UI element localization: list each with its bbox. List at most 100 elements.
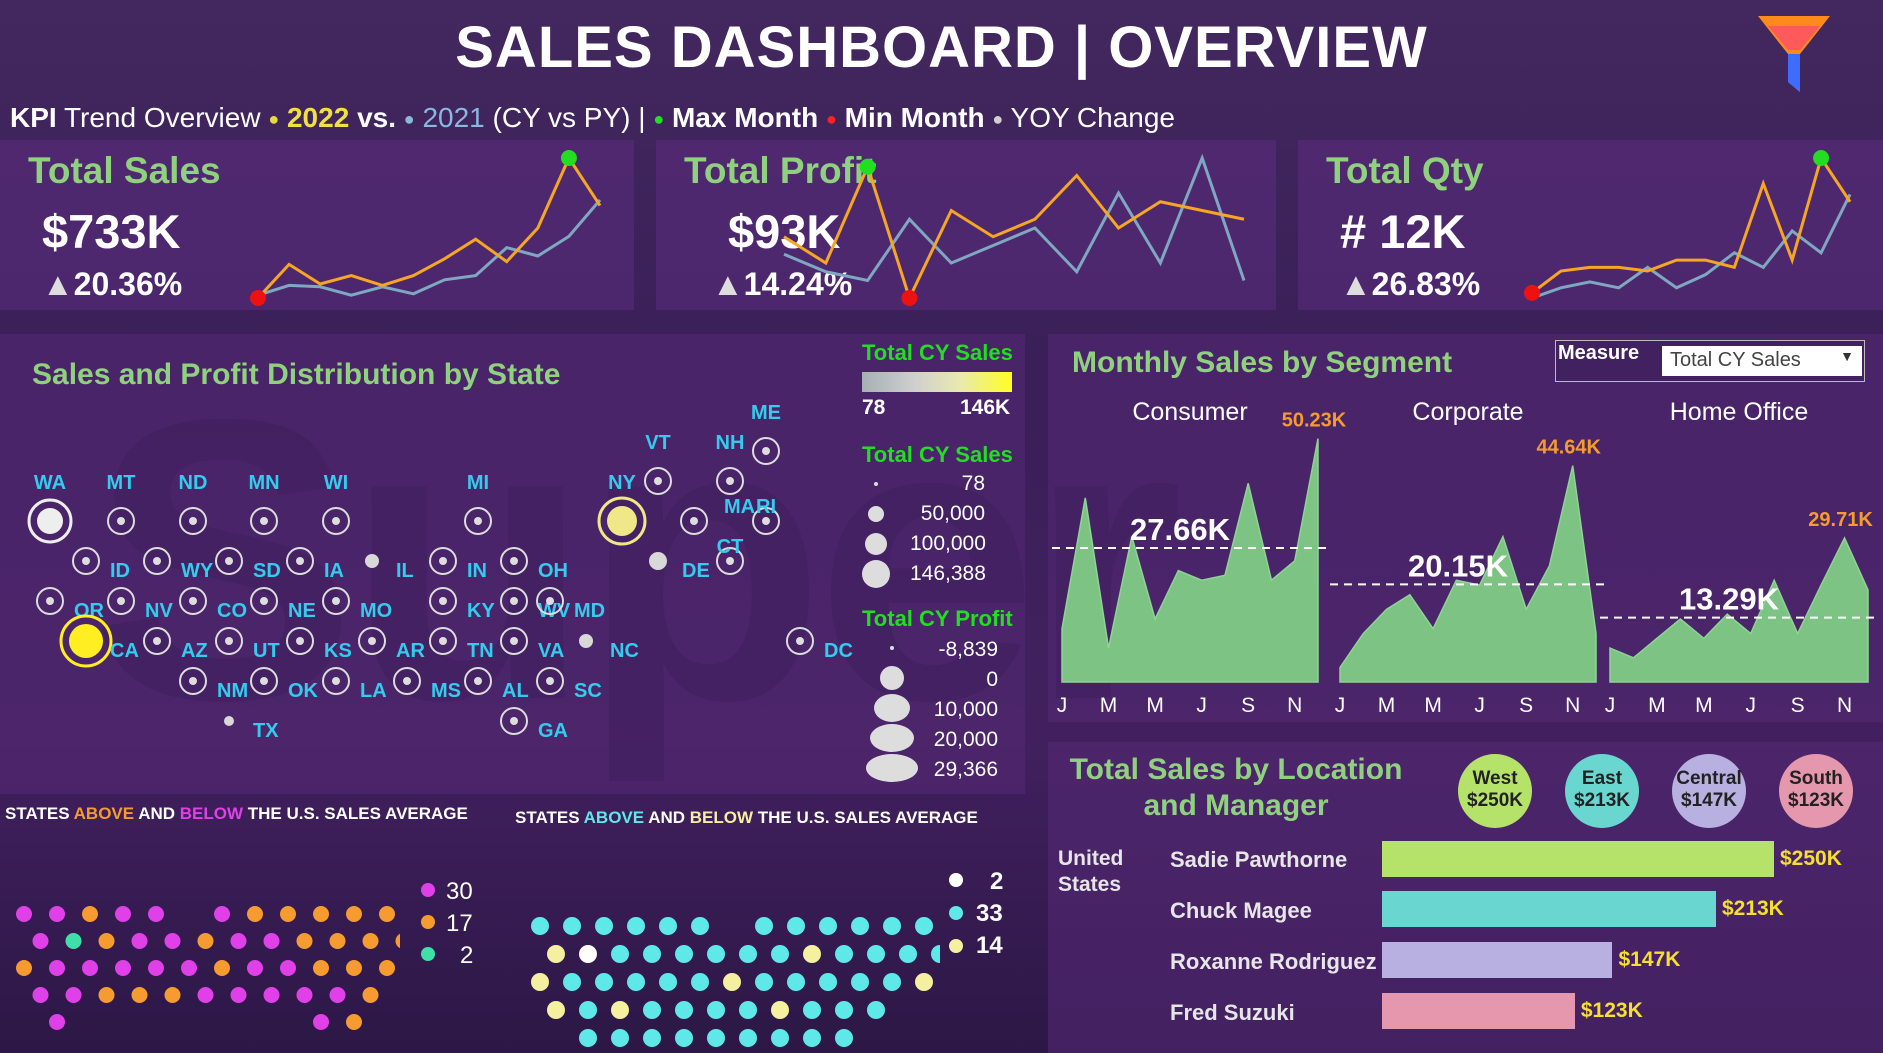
state-hex <box>771 1029 789 1047</box>
state-label: IN <box>467 560 487 582</box>
state-label: MN <box>248 472 279 494</box>
segment-panel-title: Monthly Sales by Segment <box>1072 346 1453 379</box>
state-label: ND <box>179 472 208 494</box>
state-hex <box>362 933 379 949</box>
month-label: M <box>1146 694 1164 717</box>
state-label: KY <box>467 600 495 622</box>
state-hex <box>755 917 773 935</box>
measure-dropdown[interactable]: Total CY Sales ▼ <box>1662 346 1862 376</box>
state-label: WY <box>181 560 214 582</box>
state-hex <box>691 917 709 935</box>
size-legend-mark <box>870 724 914 752</box>
manager-bar[interactable] <box>1382 891 1716 927</box>
hex-right-count: 14 <box>976 932 1003 959</box>
state-hex <box>115 906 131 922</box>
state-hex <box>867 1001 885 1019</box>
state-label: WI <box>324 472 348 494</box>
state-bubble <box>579 634 593 648</box>
series-line-2022 <box>256 154 602 300</box>
size-legend-value: 50,000 <box>920 502 985 525</box>
state-hex <box>627 917 645 935</box>
state-hex <box>787 917 805 935</box>
state-hex <box>931 945 940 963</box>
min-month-marker <box>1524 284 1540 301</box>
state-label: RI <box>756 496 776 518</box>
size-legend-value: 78 <box>961 472 985 495</box>
region-badge-west[interactable]: West $250K <box>1458 754 1532 828</box>
state-bubble <box>365 554 379 568</box>
hex-map-left-title: STATES ABOVE AND BELOW THE U.S. SALES AV… <box>5 804 468 823</box>
sparkline-chart <box>250 150 602 306</box>
state-label: UT <box>253 640 280 662</box>
state-hex <box>883 917 901 935</box>
caret-down-icon: ▼ <box>1840 348 1854 364</box>
average-label: 20.15K <box>1408 548 1509 583</box>
state-bubble <box>510 557 518 565</box>
state-bubble <box>762 447 770 455</box>
location-panel-title: Total Sales by Location and Manager <box>1069 753 1403 822</box>
state-hex <box>296 987 313 1003</box>
state-bubble <box>649 552 667 570</box>
state-label: VA <box>538 640 564 662</box>
max-value-label: 44.64K <box>1536 437 1601 459</box>
manager-bar[interactable] <box>1382 942 1613 978</box>
region-badge-central[interactable]: Central $147K <box>1672 754 1746 828</box>
size-legend-value: 0 <box>986 668 998 691</box>
manager-bar[interactable] <box>1382 841 1774 877</box>
state-hex <box>691 973 709 991</box>
state-hex <box>379 906 395 922</box>
state-bubble <box>474 677 482 685</box>
state-hex <box>346 906 362 922</box>
page-title: SALES DASHBOARD | OVERVIEW <box>455 15 1428 80</box>
state-label: NE <box>288 600 316 622</box>
size-legend-value: 100,000 <box>910 532 986 555</box>
state-label: NV <box>145 600 173 622</box>
state-label: WA <box>34 472 66 494</box>
state-hex <box>148 906 164 922</box>
state-hex <box>547 945 565 963</box>
month-label: M <box>1648 694 1666 717</box>
state-bubble <box>153 557 161 565</box>
hex-map-right <box>531 917 940 1047</box>
region-badge-south[interactable]: South $123K <box>1779 754 1853 828</box>
state-hex <box>230 933 247 949</box>
state-bubble <box>439 597 447 605</box>
state-label: VT <box>645 432 671 454</box>
state-hex <box>579 1001 597 1019</box>
state-label: TN <box>467 640 494 662</box>
state-hex <box>49 960 65 976</box>
state-label: NH <box>716 432 745 454</box>
state-hex <box>851 973 869 991</box>
state-bubble <box>762 517 770 525</box>
filter-funnel-icon[interactable] <box>1758 16 1830 96</box>
state-bubble <box>225 557 233 565</box>
state-bubble <box>69 624 103 658</box>
state-bubble <box>546 677 554 685</box>
size-legend-mark <box>880 666 904 690</box>
min-month-marker <box>250 290 266 306</box>
region-badge-east[interactable]: East $213K <box>1565 754 1639 828</box>
state-label: IL <box>396 560 414 582</box>
manager-bar-value: $250K <box>1780 847 1842 870</box>
state-hex <box>707 1001 725 1019</box>
month-label: J <box>1605 694 1616 717</box>
manager-bar-value: $147K <box>1618 948 1681 971</box>
segment-name: Consumer <box>1132 398 1247 426</box>
manager-bar[interactable] <box>1382 993 1575 1029</box>
manager-name: Fred Suzuki <box>1170 1000 1295 1025</box>
state-label: AL <box>502 680 529 702</box>
state-hex <box>739 945 757 963</box>
state-hex <box>595 973 613 991</box>
hex-left-count: 2 <box>460 942 474 969</box>
average-label: 13.29K <box>1679 582 1780 617</box>
kpi-card-total-sales: Total Sales $733K ▲20.36% <box>0 140 634 310</box>
state-hex <box>739 1029 757 1047</box>
state-hex <box>771 945 789 963</box>
state-hex <box>313 906 329 922</box>
month-label: J <box>1057 694 1068 717</box>
hex-left-count: 30 <box>446 878 473 905</box>
state-bubble <box>82 557 90 565</box>
state-hex <box>362 987 379 1003</box>
state-hex <box>82 960 98 976</box>
month-label: J <box>1196 694 1207 717</box>
